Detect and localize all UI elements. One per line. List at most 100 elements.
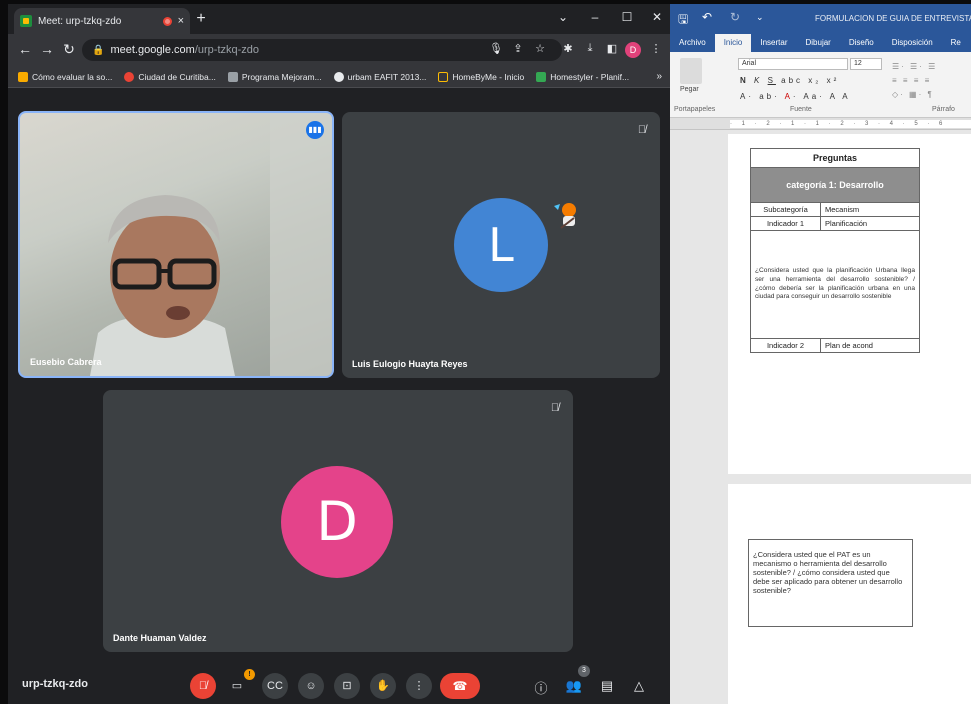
activities-icon[interactable]: △ (630, 678, 648, 694)
participant-tile-video[interactable]: ▮▮▮ Eusebio Cabrera (18, 111, 334, 378)
bookmark-label: Programa Mejoram... (241, 71, 322, 82)
customize-toolbar-icon[interactable]: ⌄ (756, 12, 764, 23)
font-color-buttons[interactable]: A· ab· A· Aa· A A (740, 92, 851, 101)
forward-arrow-icon[interactable]: → (38, 41, 56, 57)
bookmark-item[interactable]: urbam EAFIT 2013... (333, 71, 427, 82)
bookmark-item[interactable]: Cómo evaluar la so... (18, 71, 113, 82)
participant-tile[interactable]: 🎙̸ L Luis Eulogio Huayta Reyes (342, 112, 660, 378)
more-options-button[interactable]: ⋮ (406, 673, 432, 699)
meeting-code: urp-tzkq-zdo (22, 678, 88, 690)
minimize-button[interactable]: – (580, 10, 610, 24)
tab-meet[interactable]: Meet: urp-tzkq-zdo × (14, 8, 190, 34)
side-panel-icon[interactable]: ◧ (604, 42, 620, 55)
speaking-indicator-icon: ▮▮▮ (306, 121, 324, 139)
word-title-bar: 🖫 ↶ ↻ ⌄ FORMULACION DE GUIA DE ENTREVIST… (670, 4, 971, 32)
bookmark-label: Homestyler - Planif... (550, 71, 630, 82)
participant-avatar: D (281, 466, 393, 578)
participant-avatar: L (454, 198, 548, 292)
browser-window: Meet: urp-tzkq-zdo × + ⌄ – ☐ ✕ ← → ↻ 🔒 m… (8, 4, 670, 704)
bookmark-label: Cómo evaluar la so... (32, 71, 113, 82)
undo-icon[interactable]: ↶ (702, 10, 712, 24)
font-format-buttons[interactable]: N K S abc x₂ x² (740, 76, 839, 85)
download-icon[interactable]: ⤓ (582, 42, 598, 55)
profile-avatar[interactable]: D (625, 42, 641, 58)
emoji-reaction-button[interactable]: ☺ (298, 673, 324, 699)
microphone-icon[interactable]: 🎙 (488, 42, 504, 55)
table-cell: Indicador 2 (750, 338, 821, 353)
group-label-clipboard: Portapapeles (674, 106, 716, 113)
bookmarks-more-button[interactable]: » (656, 71, 662, 82)
bookmark-favicon-icon (227, 71, 238, 82)
bookmark-favicon-icon (124, 71, 135, 82)
participant-name: Luis Eulogio Huayta Reyes (352, 359, 468, 369)
tab-search-button[interactable]: ⌄ (548, 10, 578, 24)
group-label-font: Fuente (790, 106, 812, 113)
end-call-button[interactable]: ☎ (440, 673, 480, 699)
new-tab-button[interactable]: + (192, 10, 210, 28)
back-arrow-icon[interactable]: ← (16, 41, 34, 57)
table-cell: Indicador 1 (750, 216, 821, 231)
raise-hand-button[interactable]: ✋ (370, 673, 396, 699)
participant-name: Dante Huaman Valdez (113, 633, 207, 643)
bookmark-label: urbam EAFIT 2013... (347, 71, 427, 82)
bookmarks-bar: Cómo evaluar la so... Ciudad de Curitiba… (8, 66, 670, 88)
tab-archivo[interactable]: Archivo (670, 34, 715, 52)
paste-label: Pegar (680, 86, 699, 93)
paste-icon[interactable] (680, 58, 702, 84)
font-size-select[interactable]: 12 (850, 58, 882, 70)
bookmark-star-icon[interactable]: ☆ (532, 42, 548, 55)
redo-icon[interactable]: ↻ (730, 10, 740, 24)
lock-icon: 🔒 (92, 44, 105, 56)
bookmark-item[interactable]: HomeByMe - Inicio (438, 71, 525, 82)
table-cell: Subcategoría (750, 202, 821, 217)
bookmark-item[interactable]: Homestyler - Planif... (536, 71, 630, 82)
extensions-icon[interactable]: ✱ (560, 42, 576, 55)
font-name-select[interactable]: Arial (738, 58, 848, 70)
screen: Meet: urp-tzkq-zdo × + ⌄ – ☐ ✕ ← → ↻ 🔒 m… (0, 0, 971, 704)
participant-name: Eusebio Cabrera (30, 357, 102, 367)
question-cell: ¿Considera usted que la planificación Ur… (750, 230, 920, 339)
meet-control-bar: urp-tzkq-zdo 🎙̸ ▭ ! CC ☺ ⊡ ✋ ⋮ ☎ ⓘ 👥 3 ▤… (8, 665, 670, 704)
tab-disposicion[interactable]: Disposición (883, 34, 942, 52)
warning-badge: ! (244, 669, 255, 680)
info-icon[interactable]: ⓘ (532, 678, 550, 697)
people-icon[interactable]: 👥 (565, 678, 583, 694)
tab-inicio[interactable]: Inicio (714, 34, 752, 52)
bookmark-label: Ciudad de Curitiba... (138, 71, 216, 82)
word-window: 🖫 ↶ ↻ ⌄ FORMULACION DE GUIA DE ENTREVIST… (670, 4, 971, 704)
captions-button[interactable]: CC (262, 673, 288, 699)
group-label-paragraph: Párrafo (932, 106, 955, 113)
participant-tile[interactable]: 🎙̸ D Dante Huaman Valdez (103, 390, 573, 652)
url-path: /urp-tzkq-zdo (194, 44, 260, 56)
tab-close-button[interactable]: × (178, 15, 184, 27)
home-icon (438, 71, 449, 82)
bookmark-item[interactable]: Programa Mejoram... (227, 71, 322, 82)
bookmark-label: HomeByMe - Inicio (452, 71, 525, 82)
reaction-emoji-icon (554, 203, 576, 229)
tab-insertar[interactable]: Insertar (751, 34, 796, 52)
chat-icon[interactable]: ▤ (598, 678, 616, 694)
tab-dibujar[interactable]: Dibujar (797, 34, 840, 52)
table-category: categoría 1: Desarrollo (750, 167, 920, 203)
tab-strip: Meet: urp-tzkq-zdo × + ⌄ – ☐ ✕ (8, 4, 670, 34)
reload-icon[interactable]: ↻ (60, 41, 78, 58)
table-header: Preguntas (750, 148, 920, 168)
share-icon[interactable]: ⇪ (510, 42, 526, 55)
mic-off-icon: 🎙̸ (550, 402, 560, 414)
close-window-button[interactable]: ✕ (642, 10, 670, 24)
save-icon[interactable]: 🖫 (678, 10, 688, 31)
globe-icon (333, 71, 344, 82)
mic-toggle-button[interactable]: 🎙̸ (190, 673, 216, 699)
present-screen-button[interactable]: ⊡ (334, 673, 360, 699)
table-cell: Mecanism (820, 202, 920, 217)
bookmark-item[interactable]: Ciudad de Curitiba... (124, 71, 216, 82)
menu-kebab-icon[interactable]: ⋮ (648, 42, 664, 55)
paragraph-buttons[interactable]: ☰· ☰· ☰ ≡ ≡ ≡ ≡ ◇· ▦· ¶ (892, 60, 962, 100)
table-cell: Planificación (820, 216, 920, 231)
url-domain: meet.google.com (110, 44, 195, 56)
tab-diseno[interactable]: Diseño (840, 34, 883, 52)
tab-referencias[interactable]: Re (942, 34, 970, 52)
maximize-button[interactable]: ☐ (612, 10, 642, 24)
document-title: FORMULACION DE GUIA DE ENTREVISTA -D (815, 14, 971, 23)
question-cell: ¿Considera usted que el PAT es un mecani… (748, 539, 913, 627)
